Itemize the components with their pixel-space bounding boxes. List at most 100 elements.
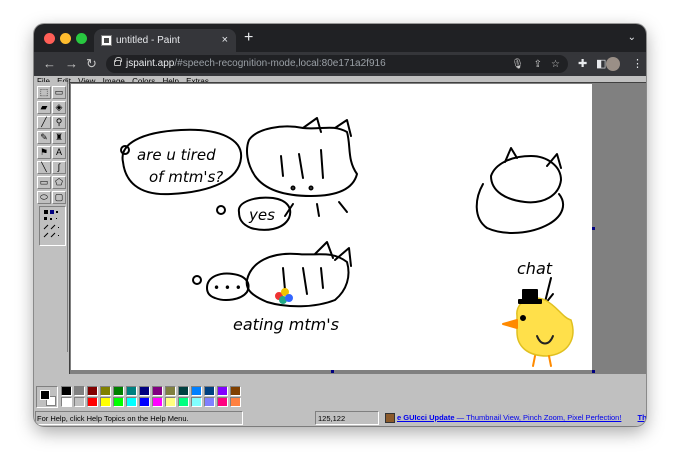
palette-swatch[interactable] xyxy=(74,397,85,407)
tool-options-icon xyxy=(43,210,59,238)
bubble1-text-2: of mtm's? xyxy=(149,168,223,186)
palette-swatch[interactable] xyxy=(152,397,163,407)
line-icon[interactable]: ╲ xyxy=(37,161,51,174)
foreground-color[interactable] xyxy=(40,390,50,400)
close-window-button[interactable] xyxy=(44,33,55,44)
palette-swatch[interactable] xyxy=(61,386,72,396)
palette-swatch[interactable] xyxy=(139,397,150,407)
back-button[interactable]: ← xyxy=(43,56,56,72)
color-palette xyxy=(34,384,646,410)
news-icon xyxy=(385,413,395,424)
tool-options[interactable] xyxy=(39,206,66,246)
duck-feet xyxy=(532,355,552,367)
pick-color-icon[interactable]: ╱ xyxy=(37,116,51,129)
palette-swatch[interactable] xyxy=(191,397,202,407)
cat-eye-1 xyxy=(290,185,296,191)
palette-swatch[interactable] xyxy=(165,386,176,396)
rectangle-icon[interactable]: ▭ xyxy=(37,176,51,189)
status-bar: For Help, click Help Topics on the Help … xyxy=(34,410,646,426)
zoom-window-button[interactable] xyxy=(76,33,87,44)
minimize-window-button[interactable] xyxy=(60,33,71,44)
palette-swatch[interactable] xyxy=(74,386,85,396)
eraser-icon[interactable]: ▰ xyxy=(37,101,51,114)
tool-box: ⬚ ▭ ▰ ◈ ╱ ⚲ ✎ ♜ ⚑ A ╲ ∫ ▭ ⬠ ⬭ ▢ xyxy=(36,82,68,352)
reply1-text: yes xyxy=(248,206,275,224)
paint-favicon-icon xyxy=(101,35,112,46)
tab-close-icon[interactable]: × xyxy=(222,29,228,52)
extensions-icon[interactable]: ✚ xyxy=(578,57,587,70)
doodle-drawing: are u tired of mtm's? yes • • • eating m… xyxy=(120,117,574,367)
mic-off-icon[interactable]: 🎙 xyxy=(511,56,524,74)
palette-swatch[interactable] xyxy=(204,386,215,396)
palette-swatch[interactable] xyxy=(100,386,111,396)
tab-search-icon[interactable]: ⌄ xyxy=(628,32,636,43)
palette-swatch[interactable] xyxy=(126,397,137,407)
resize-handle-corner[interactable] xyxy=(592,370,595,373)
reload-button[interactable]: ↻ xyxy=(86,56,97,72)
palette-swatch[interactable] xyxy=(113,397,124,407)
duck-beak xyxy=(502,319,518,329)
palette-swatch[interactable] xyxy=(113,386,124,396)
ellipse-icon[interactable]: ⬭ xyxy=(37,191,51,204)
news-ticker: e GUIcci Update — Thumbnail View, Pinch … xyxy=(385,411,646,425)
browser-toolbar: ← → ↻ jspaint.app/#speech-recognition-mo… xyxy=(34,52,646,76)
fill-icon[interactable]: ◈ xyxy=(52,101,66,114)
news-link-2[interactable]: Th xyxy=(638,413,646,422)
status-help-text: For Help, click Help Topics on the Help … xyxy=(35,411,243,425)
url-host: jspaint.app xyxy=(126,58,175,69)
current-colors[interactable] xyxy=(36,386,58,408)
palette-swatch[interactable] xyxy=(217,397,228,407)
duck-eye xyxy=(520,315,526,321)
palette-swatch[interactable] xyxy=(230,386,241,396)
sidebar-icon[interactable]: ◧ xyxy=(596,57,606,70)
palette-swatch[interactable] xyxy=(191,386,202,396)
canvas-area: are u tired of mtm's? yes • • • eating m… xyxy=(69,82,646,374)
cat-fur-lines-2 xyxy=(282,267,324,295)
curve-icon[interactable]: ∫ xyxy=(52,161,66,174)
free-form-select-icon[interactable]: ⬚ xyxy=(37,86,51,99)
brush-icon[interactable]: ♜ xyxy=(52,131,66,144)
palette-swatch[interactable] xyxy=(139,386,150,396)
text-icon[interactable]: A xyxy=(52,146,66,159)
palette-swatch[interactable] xyxy=(178,386,189,396)
palette-swatch[interactable] xyxy=(152,386,163,396)
palette-swatch[interactable] xyxy=(126,386,137,396)
palette-swatch[interactable] xyxy=(165,397,176,407)
new-tab-button[interactable]: + xyxy=(244,29,253,47)
palette-swatch[interactable] xyxy=(217,386,228,396)
tab-paint[interactable]: untitled - Paint × xyxy=(94,29,236,52)
select-icon[interactable]: ▭ xyxy=(52,86,66,99)
magnifier-icon[interactable]: ⚲ xyxy=(52,116,66,129)
palette-swatch[interactable] xyxy=(204,397,215,407)
cat-eye-2 xyxy=(308,185,314,191)
lock-icon[interactable] xyxy=(114,57,122,66)
airbrush-icon[interactable]: ⚑ xyxy=(37,146,51,159)
profile-avatar[interactable] xyxy=(606,57,620,71)
star-icon[interactable]: ☆ xyxy=(551,56,560,74)
resize-handle-bottom[interactable] xyxy=(331,370,334,373)
menu-icon[interactable]: ⋮ xyxy=(632,57,643,70)
palette-swatch[interactable] xyxy=(178,397,189,407)
drawing-canvas[interactable]: are u tired of mtm's? yes • • • eating m… xyxy=(71,84,592,370)
palette-swatch[interactable] xyxy=(230,397,241,407)
cat-fur-lines-1 xyxy=(280,149,324,179)
rounded-rectangle-icon[interactable]: ▢ xyxy=(52,191,66,204)
pencil-icon[interactable]: ✎ xyxy=(37,131,51,144)
top-hat-brim xyxy=(518,299,542,304)
resize-handle-right[interactable] xyxy=(592,227,595,230)
palette-swatch[interactable] xyxy=(100,397,111,407)
forward-button[interactable]: → xyxy=(65,56,78,72)
palette-swatch[interactable] xyxy=(87,386,98,396)
thinking-dots: • • • xyxy=(213,281,242,295)
news-title: e GUIcci Update xyxy=(397,413,455,422)
bubble1-text: are u tired xyxy=(137,146,216,164)
share-icon[interactable]: ⇪ xyxy=(534,56,542,74)
cat-ear-4 xyxy=(334,247,352,267)
palette-swatch[interactable] xyxy=(87,397,98,407)
palette-swatch[interactable] xyxy=(61,397,72,407)
polygon-icon[interactable]: ⬠ xyxy=(52,176,66,189)
news-link[interactable]: e GUIcci Update — Thumbnail View, Pinch … xyxy=(397,413,621,422)
address-bar[interactable]: jspaint.app/#speech-recognition-mode,loc… xyxy=(106,55,568,73)
bubble-dot-2 xyxy=(216,205,226,215)
tab-title: untitled - Paint xyxy=(116,35,180,46)
